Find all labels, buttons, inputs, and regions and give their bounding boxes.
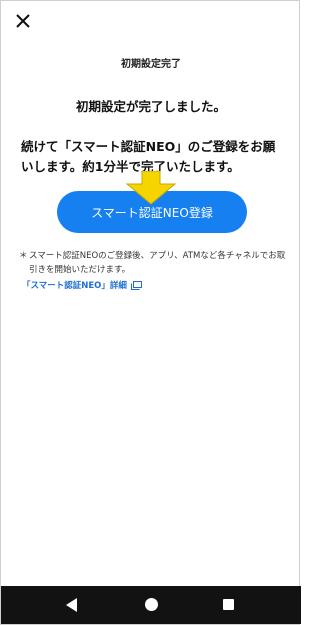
close-button[interactable] (13, 11, 33, 31)
page-title: 初期設定完了 (121, 59, 181, 70)
registration-note: ＊ スマート認証NEOのご登録後、アプリ、ATMなど各チャネルでお取引きを開始い… (19, 249, 287, 277)
app-screen: 初期設定完了 初期設定が完了しました。 続けて「スマート認証NEO」のご登録をお… (0, 0, 301, 625)
external-window-icon (130, 280, 142, 290)
detail-link-label: 「スマート認証NEO」詳細 (22, 281, 127, 291)
smart-auth-neo-detail-link[interactable]: 「スマート認証NEO」詳細 (22, 279, 142, 291)
note-text: スマート認証NEOのご登録後、アプリ、ATMなど各チャネルでお取引きを開始いただ… (29, 251, 286, 275)
back-triangle-icon[interactable] (66, 598, 77, 612)
complete-message: 初期設定が完了しました。 (75, 99, 226, 114)
down-arrow-icon (125, 171, 177, 205)
note-mark: ＊ (19, 251, 28, 261)
close-icon (16, 14, 30, 28)
home-circle-icon[interactable] (145, 598, 158, 611)
recents-square-icon[interactable] (223, 599, 234, 610)
system-navigation-bar (1, 586, 301, 624)
register-button-label: スマート認証NEO登録 (91, 205, 213, 220)
